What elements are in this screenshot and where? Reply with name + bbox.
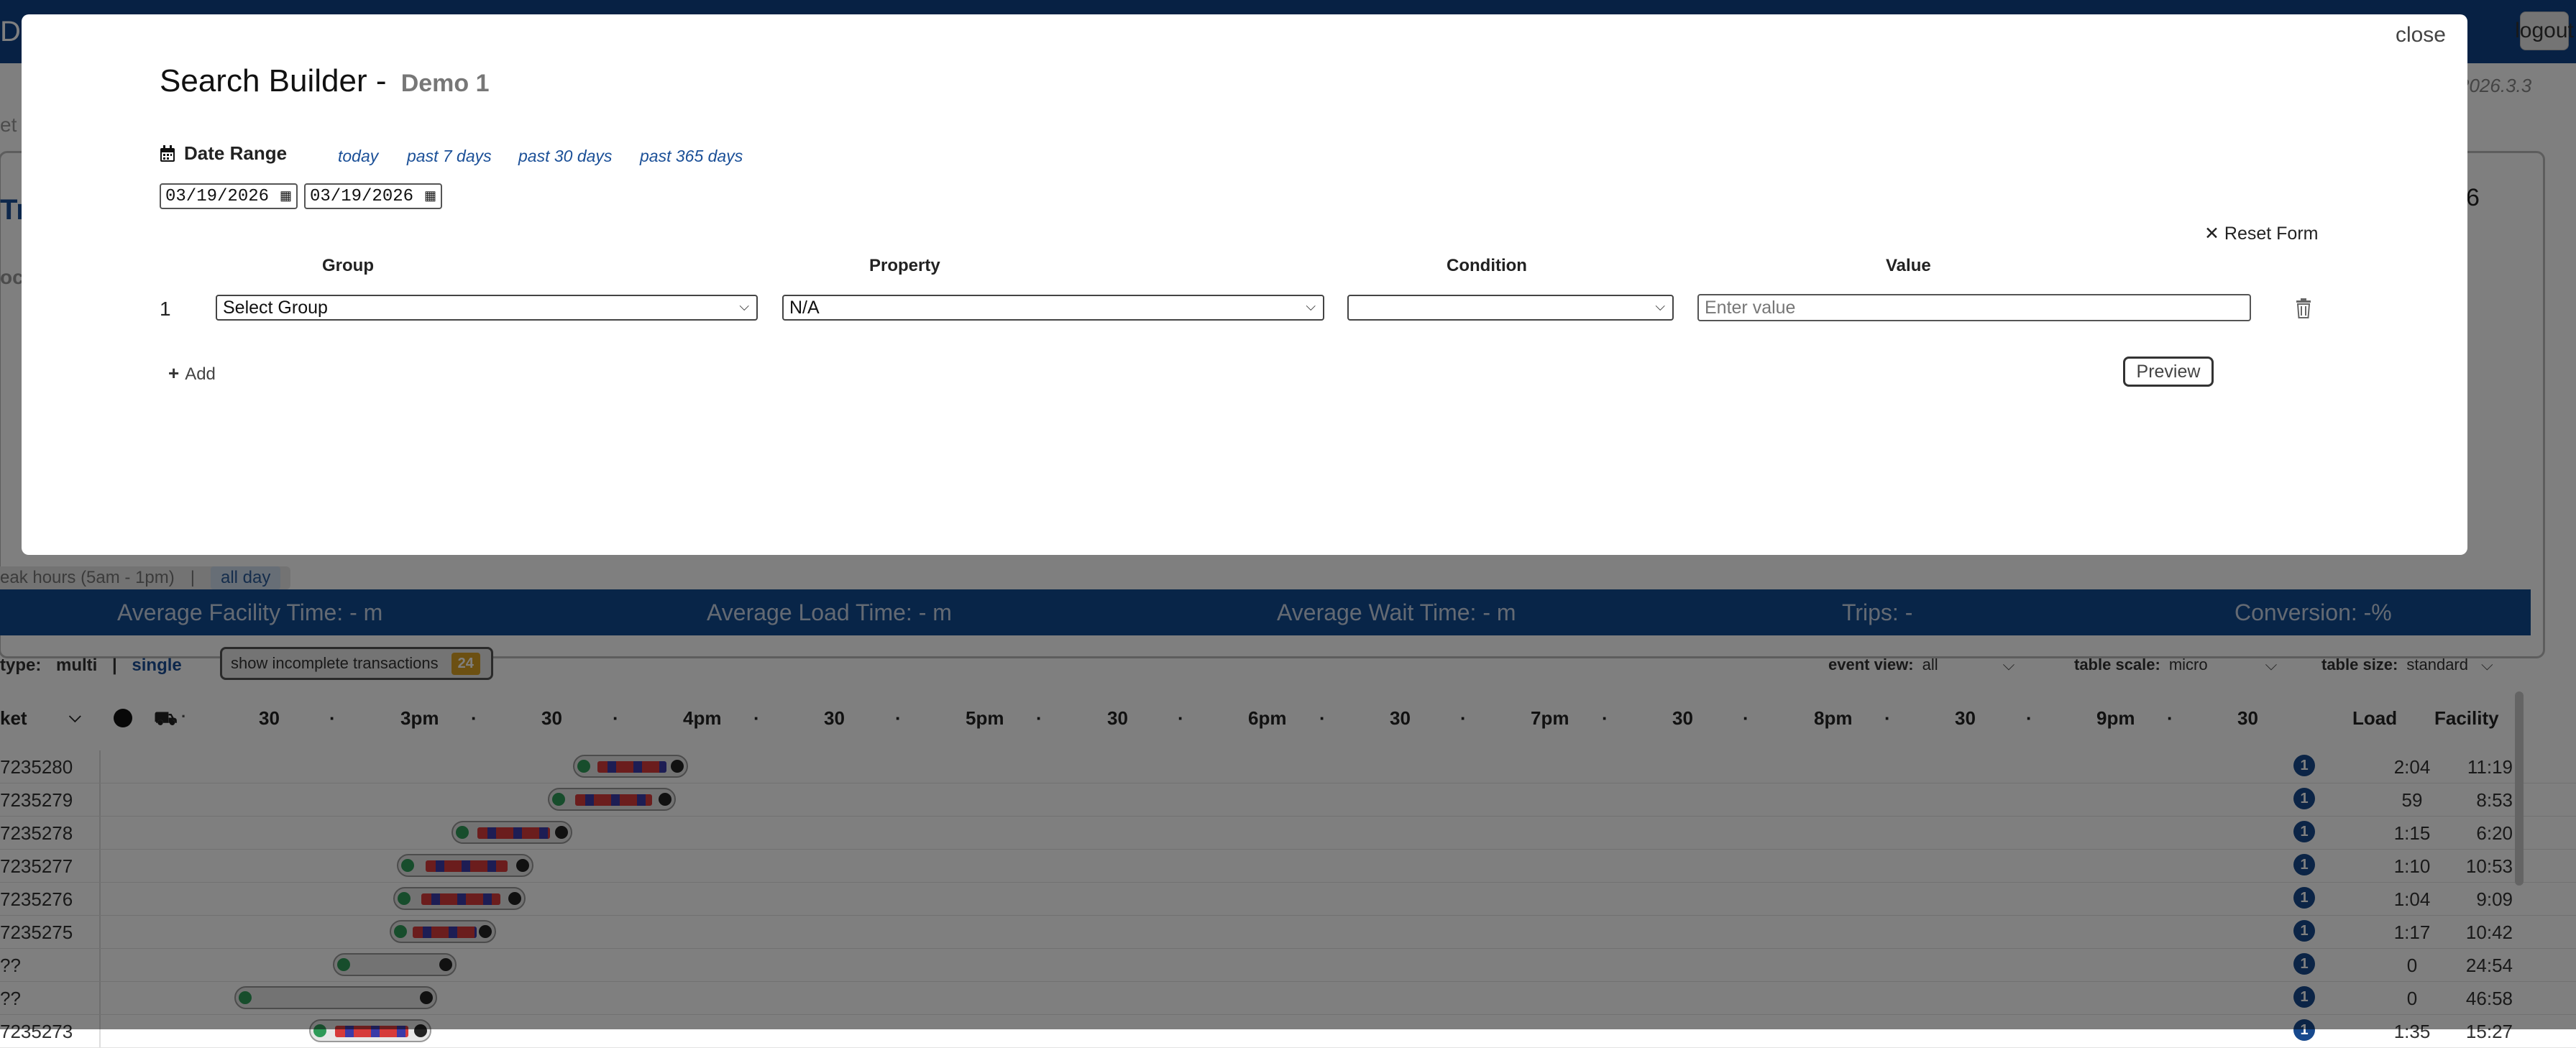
search-builder-modal: close Search Builder - Demo 1 Date Range… xyxy=(22,14,2467,555)
calendar-icon[interactable]: ▦ xyxy=(280,188,292,204)
calendar-icon[interactable]: ▦ xyxy=(424,188,436,204)
chevron-down-icon: ⌵ xyxy=(1655,299,1665,313)
date-from-value: 03/19/2026 xyxy=(165,186,270,206)
quick-link-30-days[interactable]: past 30 days xyxy=(518,147,612,166)
close-x-icon: ✕ xyxy=(2204,224,2219,244)
modal-title: Search Builder - Demo 1 xyxy=(160,63,490,99)
value-column-header: Value xyxy=(1886,256,1931,275)
add-label: Add xyxy=(185,364,216,384)
date-from-input[interactable]: 03/19/2026 ▦ xyxy=(160,183,298,209)
group-column-header: Group xyxy=(322,256,374,275)
group-select-value: Select Group xyxy=(223,297,328,318)
group-select[interactable]: Select Group ⌵ xyxy=(216,295,758,321)
chevron-down-icon: ⌵ xyxy=(1306,299,1316,313)
date-to-input[interactable]: 03/19/2026 ▦ xyxy=(304,183,442,209)
modal-title-text: Search Builder - xyxy=(160,63,387,98)
trash-icon[interactable] xyxy=(2295,298,2312,318)
condition-select[interactable]: ⌵ xyxy=(1347,295,1674,321)
add-criteria-button[interactable]: + Add xyxy=(168,362,216,385)
date-range-text: Date Range xyxy=(184,142,288,164)
date-range-label: Date Range xyxy=(160,142,287,165)
condition-column-header: Condition xyxy=(1447,256,1527,275)
calendar-icon xyxy=(160,144,175,162)
plus-icon: + xyxy=(168,362,180,384)
preview-button[interactable]: Preview xyxy=(2123,357,2214,387)
date-to-value: 03/19/2026 xyxy=(310,186,414,206)
property-select-value: N/A xyxy=(789,297,820,318)
value-input[interactable]: Enter value xyxy=(1697,294,2251,321)
quick-link-today[interactable]: today xyxy=(338,147,378,166)
reset-form-label: Reset Form xyxy=(2224,224,2319,244)
quick-link-7-days[interactable]: past 7 days xyxy=(407,147,492,166)
modal-subtitle: Demo 1 xyxy=(400,70,490,97)
close-link[interactable]: close xyxy=(2396,23,2446,47)
chevron-down-icon: ⌵ xyxy=(739,299,749,313)
property-select[interactable]: N/A ⌵ xyxy=(782,295,1324,321)
property-column-header: Property xyxy=(869,256,940,275)
criteria-row-index: 1 xyxy=(160,298,171,320)
value-input-placeholder: Enter value xyxy=(1705,297,1796,318)
quick-link-365-days[interactable]: past 365 days xyxy=(640,147,743,166)
reset-form-button[interactable]: ✕ Reset Form xyxy=(2204,223,2319,244)
